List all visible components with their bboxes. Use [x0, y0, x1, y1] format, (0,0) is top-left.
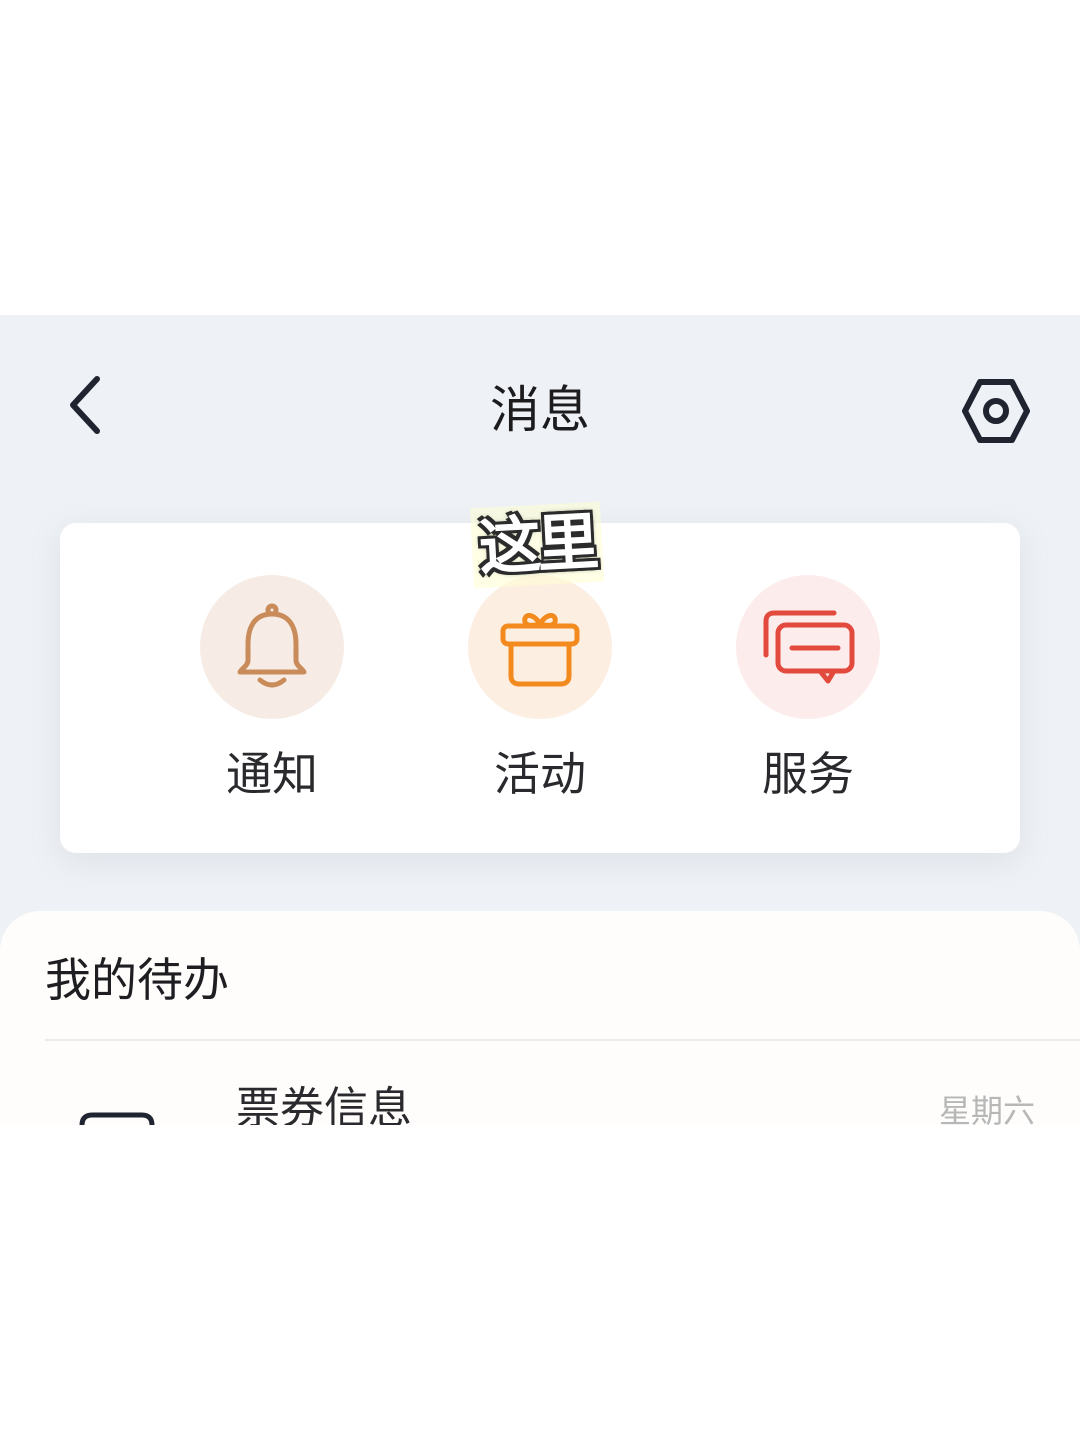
todo-item-title: 票券信息 — [236, 1083, 412, 1125]
messages-screen: 消息 通知 活动 服务 这里 我的待办 票券信息 星期六 — [0, 315, 1080, 1125]
activity-icon-circle — [468, 575, 612, 719]
service-icon-circle — [736, 575, 880, 719]
settings-button[interactable] — [955, 370, 1037, 452]
bottom-blank-area — [0, 1125, 1080, 1439]
category-service[interactable]: 服务 — [708, 575, 908, 815]
top-blank-area — [0, 0, 1080, 315]
notification-icon-circle — [200, 575, 344, 719]
ticket-icon — [79, 1112, 155, 1125]
header-bar: 消息 — [0, 315, 1080, 505]
category-activity[interactable]: 活动 — [440, 575, 640, 815]
todo-section-title: 我的待办 — [45, 953, 229, 1007]
todo-item-date: 星期六 — [938, 1092, 1035, 1125]
gift-icon — [500, 613, 580, 687]
todo-panel: 我的待办 票券信息 星期六 — [0, 911, 1080, 1125]
hexagon-gear-icon — [962, 379, 1030, 443]
page-title: 消息 — [490, 381, 590, 439]
category-label: 通知 — [226, 747, 318, 801]
todo-list-item[interactable]: 票券信息 星期六 — [0, 1051, 1080, 1125]
category-label: 服务 — [762, 747, 854, 801]
annotation-overlay: 这里 — [469, 501, 605, 589]
chat-bubbles-icon — [763, 610, 855, 684]
category-label: 活动 — [494, 747, 586, 801]
bell-icon — [237, 603, 307, 688]
divider — [45, 1039, 1080, 1041]
page: 消息 通知 活动 服务 这里 我的待办 票券信息 星期六 — [0, 0, 1080, 1439]
category-notification[interactable]: 通知 — [172, 575, 372, 815]
